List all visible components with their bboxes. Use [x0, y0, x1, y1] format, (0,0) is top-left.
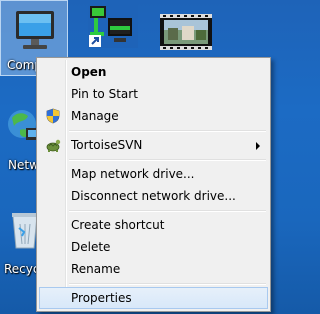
menu-item-create-shortcut[interactable]: Create shortcut — [39, 214, 268, 236]
menu-item-tortoisesvn-label: TortoiseSVN — [71, 138, 143, 152]
menu-item-delete-label: Delete — [71, 240, 111, 254]
tortoisesvn-icon — [46, 139, 61, 152]
menu-item-manage-label: Manage — [71, 109, 119, 123]
menu-item-manage[interactable]: Manage — [39, 105, 268, 127]
menu-item-disconnect-network-drive-label: Disconnect network drive... — [71, 189, 236, 203]
menu-item-pin-to-start[interactable]: Pin to Start — [39, 83, 268, 105]
menu-item-disconnect-network-drive[interactable]: Disconnect network drive... — [39, 185, 268, 207]
menu-item-pin-to-start-label: Pin to Start — [71, 87, 138, 101]
menu-item-open[interactable]: Open — [39, 61, 268, 83]
recycle-bin-label: Recyc — [4, 262, 40, 276]
menu-item-properties-label: Properties — [71, 291, 132, 305]
context-menu: Open Pin to Start Manage TortoiseSVN Map… — [36, 57, 271, 312]
menu-item-tortoisesvn[interactable]: TortoiseSVN — [39, 134, 268, 156]
shield-icon — [46, 108, 60, 124]
menu-item-rename[interactable]: Rename — [39, 258, 268, 280]
menu-item-map-network-drive-label: Map network drive... — [71, 167, 195, 181]
menu-item-open-label: Open — [71, 65, 107, 79]
menu-item-create-shortcut-label: Create shortcut — [71, 218, 165, 232]
menu-item-delete[interactable]: Delete — [39, 236, 268, 258]
menu-separator — [69, 283, 266, 285]
menu-separator — [69, 210, 266, 212]
menu-item-properties[interactable]: Properties — [39, 287, 268, 309]
submenu-arrow-icon — [256, 142, 260, 150]
network-icon-label: Netw — [8, 158, 39, 172]
menu-item-rename-label: Rename — [71, 262, 121, 276]
video-thumbnail-icon[interactable] — [160, 14, 212, 50]
network-monitor-shortcut-icon[interactable] — [88, 4, 138, 48]
computer-icon — [16, 11, 54, 49]
menu-separator — [69, 130, 266, 132]
menu-separator — [69, 159, 266, 161]
menu-item-map-network-drive[interactable]: Map network drive... — [39, 163, 268, 185]
